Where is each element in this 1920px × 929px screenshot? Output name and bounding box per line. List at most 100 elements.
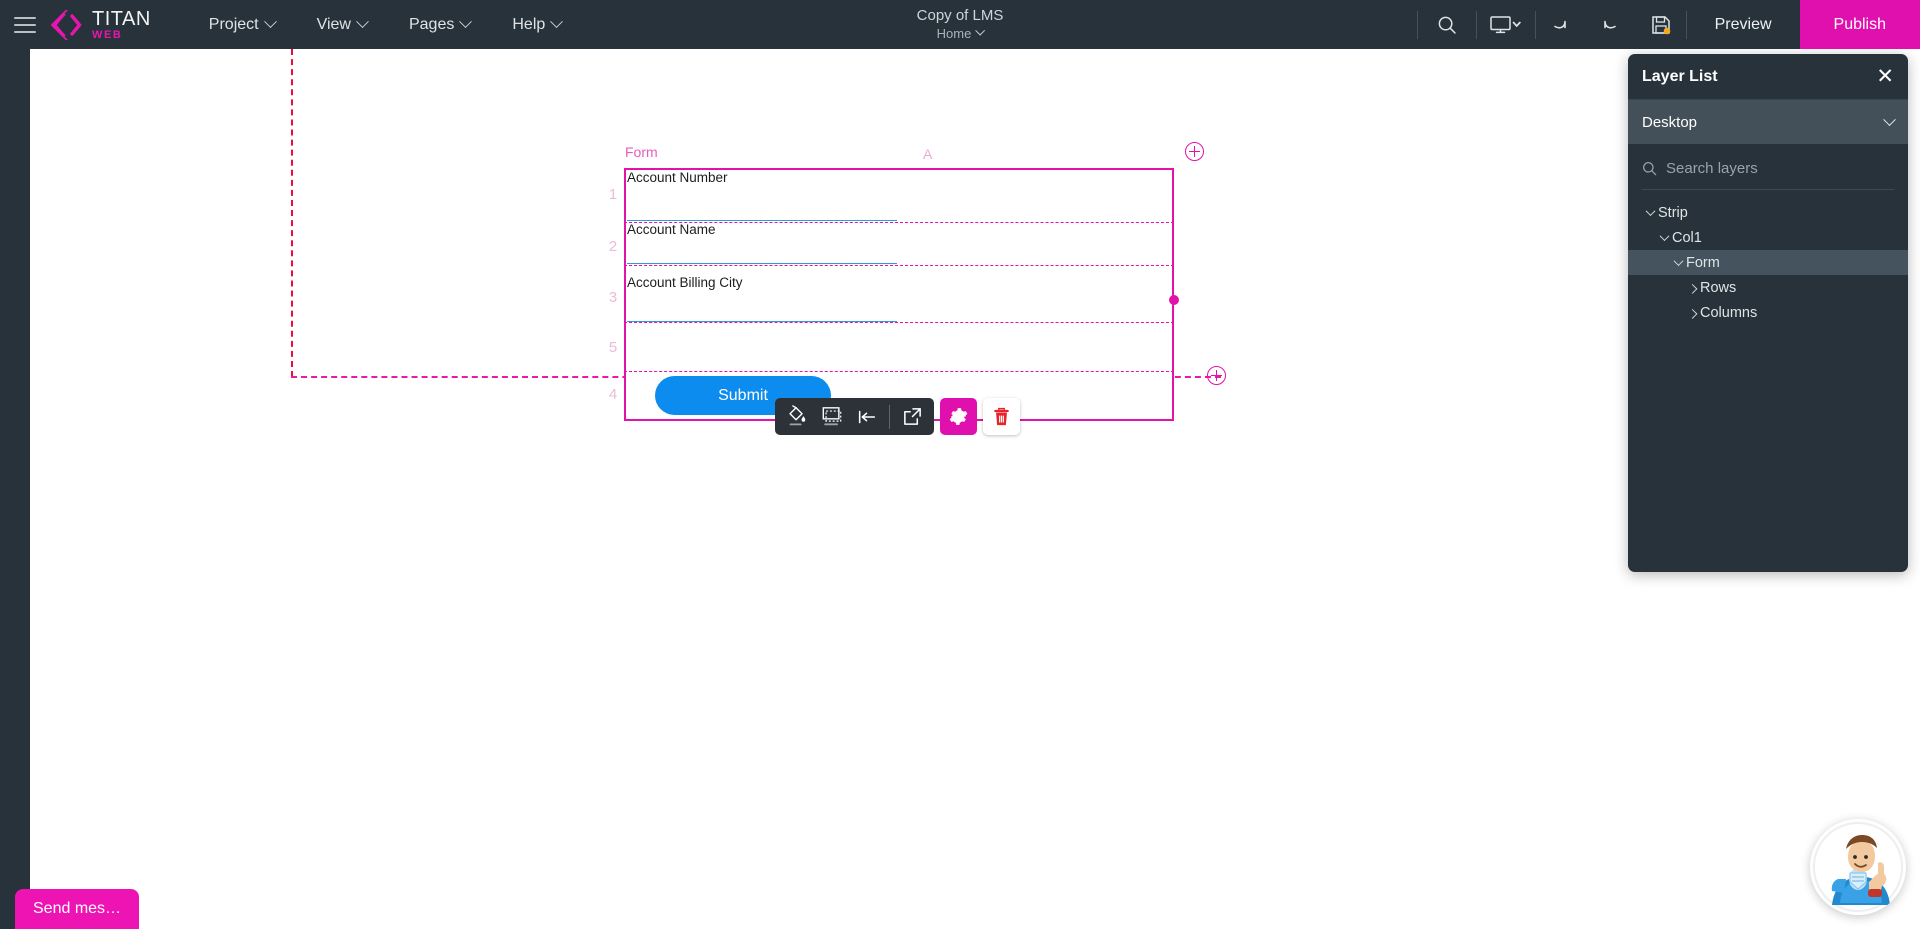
hamburger-line [14, 23, 36, 26]
divider [889, 404, 890, 429]
context-toolbar-group [775, 398, 934, 435]
close-icon[interactable]: ✕ [1876, 66, 1894, 87]
row-number: 2 [608, 238, 618, 255]
left-rail [0, 49, 30, 929]
titan-logo-icon [50, 9, 84, 40]
field-account-name[interactable]: Account Name [627, 222, 716, 238]
layer-list-title: Layer List [1642, 67, 1718, 85]
settings-button[interactable] [940, 398, 977, 435]
chevron-down-icon[interactable] [1656, 231, 1672, 242]
field-label: Account Billing City [627, 275, 743, 290]
field-input-underline[interactable] [627, 321, 897, 322]
hamburger-line [14, 30, 36, 33]
add-row-below-button[interactable] [1207, 366, 1226, 385]
layer-tree: Strip Col1 Form Rows Columns [1628, 200, 1908, 325]
square-dashed-icon [822, 406, 841, 425]
page-selector[interactable]: Home [917, 26, 1004, 42]
chevron-right-icon[interactable] [1684, 308, 1700, 319]
external-link-icon [904, 408, 921, 425]
brand-name: TITAN [92, 7, 151, 30]
search-input-placeholder: Search layers [1666, 160, 1758, 177]
layer-node-form[interactable]: Form [1628, 250, 1908, 275]
strip-left-boundary [291, 49, 293, 377]
layer-node-strip[interactable]: Strip [1628, 200, 1908, 225]
topbar-actions: Preview Publish [1416, 0, 1920, 49]
search-layers-field[interactable]: Search layers [1642, 148, 1894, 190]
redo-button[interactable] [1586, 0, 1636, 49]
row-number: 1 [608, 186, 618, 203]
row-number: 4 [608, 386, 618, 403]
menu-help-label: Help [512, 15, 546, 33]
layer-node-label: Col1 [1672, 229, 1702, 246]
page-selector-label: Home [936, 25, 972, 41]
desktop-icon [1489, 15, 1521, 33]
delete-button[interactable] [983, 398, 1020, 435]
search-button[interactable] [1418, 0, 1476, 49]
resize-handle-right[interactable] [1169, 295, 1179, 305]
trash-icon [994, 407, 1009, 425]
menu-project[interactable]: Project [208, 15, 277, 34]
layer-list-header: Layer List ✕ [1628, 54, 1908, 100]
border-shadow-button[interactable] [814, 398, 849, 435]
menu-project-label: Project [208, 15, 259, 33]
device-dropdown-label: Desktop [1642, 113, 1698, 131]
field-input-underline[interactable] [627, 263, 897, 264]
layer-node-col1[interactable]: Col1 [1628, 225, 1908, 250]
field-input-underline[interactable] [627, 220, 897, 221]
field-account-billing-city[interactable]: Account Billing City [627, 275, 743, 291]
menu-pages[interactable]: Pages [409, 15, 473, 34]
menu-view-label: View [316, 15, 351, 33]
send-message-tab[interactable]: Send mes… [15, 889, 140, 929]
chevron-down-icon [974, 26, 985, 36]
support-mascot-avatar [1812, 821, 1904, 913]
fill-color-button[interactable] [779, 398, 814, 435]
hamburger-line [14, 16, 36, 19]
brand-logo[interactable]: TITAN WEB [50, 9, 151, 41]
chevron-down-icon [459, 15, 473, 29]
chevron-down-icon [263, 15, 277, 29]
preview-button[interactable]: Preview [1687, 0, 1800, 49]
column-label-a: A [923, 146, 933, 162]
add-row-above-button[interactable] [1185, 142, 1204, 161]
chevron-down-icon [550, 15, 564, 29]
chevron-down-icon[interactable] [1642, 206, 1658, 217]
align-left-icon [858, 410, 875, 423]
menu-view[interactable]: View [316, 15, 369, 34]
brand-subtitle: WEB [92, 28, 123, 41]
layer-node-label: Form [1686, 254, 1720, 271]
element-context-toolbar [775, 398, 1020, 435]
top-bar: TITAN WEB Project View Pages Help Copy o… [0, 0, 1920, 49]
menu-help[interactable]: Help [512, 15, 564, 34]
row-divider[interactable] [624, 371, 1174, 372]
gear-icon [949, 408, 968, 425]
undo-button[interactable] [1536, 0, 1586, 49]
chevron-down-icon[interactable] [1670, 256, 1686, 267]
form-selection-label: Form [625, 144, 658, 160]
save-button[interactable] [1636, 0, 1686, 49]
layer-node-rows[interactable]: Rows [1628, 275, 1908, 300]
align-button[interactable] [849, 398, 884, 435]
publish-button[interactable]: Publish [1799, 0, 1920, 49]
chevron-down-icon [1883, 112, 1896, 126]
hamburger-icon[interactable] [14, 16, 36, 33]
row-number: 5 [608, 339, 618, 356]
chevron-right-icon[interactable] [1684, 283, 1700, 294]
layer-node-label: Strip [1658, 204, 1688, 221]
save-icon [1651, 15, 1670, 34]
layer-node-columns[interactable]: Columns [1628, 300, 1908, 325]
main-menu: Project View Pages Help [208, 15, 564, 34]
paint-bucket-icon [789, 404, 806, 425]
open-external-button[interactable] [895, 398, 930, 435]
chevron-down-icon [356, 15, 369, 29]
layer-node-label: Columns [1700, 304, 1758, 321]
field-label: Account Number [627, 170, 728, 185]
device-dropdown[interactable]: Desktop [1628, 100, 1908, 144]
document-title: Copy of LMS [916, 7, 1004, 24]
device-selector-button[interactable] [1477, 0, 1535, 49]
row-divider[interactable] [624, 322, 1174, 323]
support-chat-avatar[interactable] [1810, 819, 1906, 915]
redo-icon [1603, 20, 1616, 29]
row-divider[interactable] [624, 265, 1174, 266]
layer-list-panel: Layer List ✕ Desktop Search layers Strip… [1628, 54, 1908, 572]
field-account-number[interactable]: Account Number [627, 170, 728, 186]
